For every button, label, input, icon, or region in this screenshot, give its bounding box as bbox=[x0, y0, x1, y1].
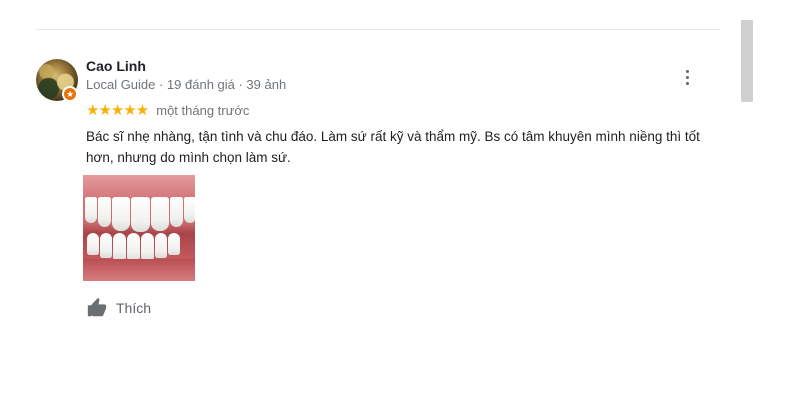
local-guide-star-icon: ★ bbox=[62, 86, 78, 102]
review-date: một tháng trước bbox=[156, 102, 250, 118]
author-meta: Local Guide · 19 đánh giá · 39 ảnh bbox=[86, 77, 287, 92]
rating-row: ★★★★★ một tháng trước bbox=[86, 101, 249, 119]
thumbs-up-icon bbox=[87, 297, 107, 317]
review-text: Bác sĩ nhẹ nhàng, tận tình và chu đáo. L… bbox=[86, 129, 700, 165]
scrollbar-thumb[interactable] bbox=[741, 20, 753, 102]
like-button[interactable]: Thích bbox=[86, 297, 151, 319]
top-divider bbox=[36, 29, 720, 30]
author-name[interactable]: Cao Linh bbox=[86, 58, 146, 74]
review-photo[interactable] bbox=[83, 175, 195, 281]
more-vert-icon[interactable] bbox=[676, 66, 698, 88]
star-rating: ★★★★★ bbox=[86, 102, 149, 119]
like-label: Thích bbox=[116, 300, 152, 316]
